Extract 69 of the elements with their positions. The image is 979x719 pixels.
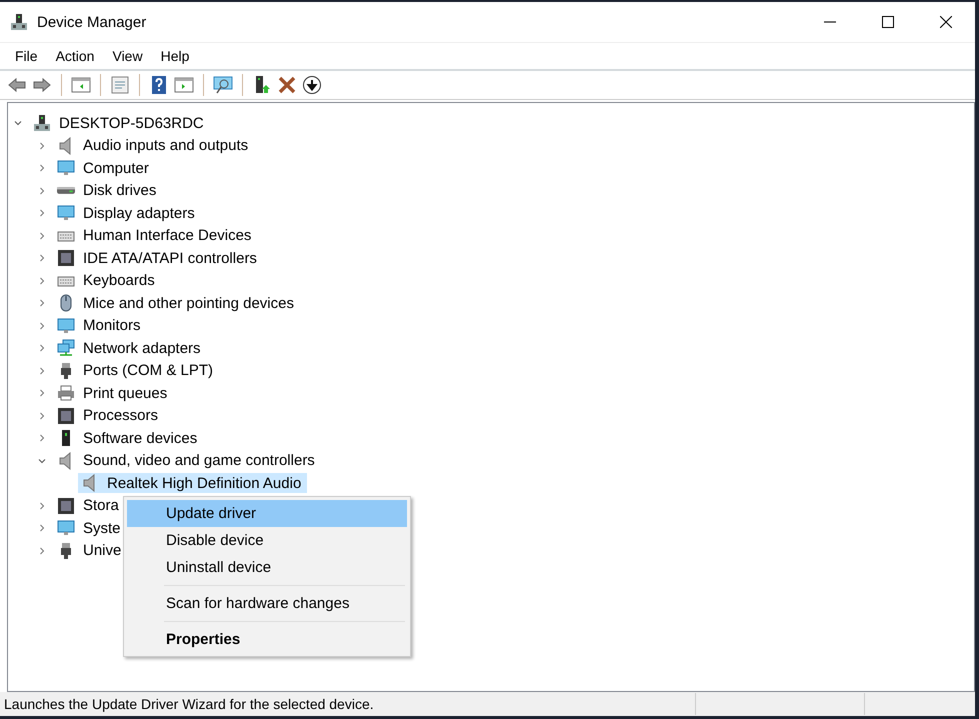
chip-icon — [57, 249, 75, 268]
expand-chevron-icon[interactable] — [37, 410, 47, 421]
monitor-search-icon[interactable] — [213, 75, 233, 95]
tree-item[interactable]: Monitors — [54, 316, 147, 336]
tree-item[interactable]: DESKTOP-5D63RDC — [30, 113, 210, 134]
tree-item[interactable]: Unive — [54, 540, 128, 561]
tree-item[interactable]: Mice and other pointing devices — [54, 293, 300, 314]
tree-item[interactable]: Syste — [54, 518, 127, 538]
menu-item[interactable]: Properties — [127, 626, 407, 653]
tree-item[interactable]: Processors — [54, 406, 164, 426]
panel-icon[interactable] — [174, 75, 194, 95]
tree-item[interactable]: Human Interface Devices — [54, 226, 258, 246]
tree-item[interactable]: Computer — [54, 158, 155, 178]
back-arrow-icon[interactable] — [7, 75, 27, 95]
computer-icon — [33, 114, 51, 132]
network-icon — [57, 339, 75, 358]
expand-chevron-icon[interactable] — [37, 320, 47, 331]
panel-icon[interactable] — [71, 75, 91, 95]
chip-icon — [57, 406, 75, 425]
tree-item[interactable]: Disk drives — [54, 181, 162, 200]
expand-chevron-icon[interactable] — [37, 140, 47, 151]
monitor-icon — [57, 519, 75, 538]
expand-chevron-icon[interactable] — [37, 433, 47, 444]
tree-item[interactable]: Display adapters — [54, 203, 201, 224]
printer-icon — [57, 384, 75, 402]
expand-chevron-icon[interactable] — [37, 163, 47, 174]
tree-item[interactable]: Ports (COM & LPT) — [54, 360, 220, 381]
expand-chevron-icon[interactable] — [37, 208, 47, 218]
expand-chevron-icon[interactable] — [37, 343, 47, 354]
menu-item[interactable]: Scan for hardware changes — [127, 590, 407, 617]
download-icon[interactable] — [302, 75, 322, 95]
expand-chevron-icon[interactable] — [37, 546, 47, 556]
tree-item[interactable]: Realtek High Definition Audio — [78, 473, 308, 494]
expand-chevron-icon[interactable] — [37, 388, 47, 398]
expand-chevron-icon[interactable] — [37, 276, 47, 286]
properties-icon[interactable] — [110, 75, 130, 95]
menu-item[interactable]: View — [103, 48, 152, 64]
delete-icon[interactable] — [277, 75, 297, 95]
expand-chevron-icon[interactable] — [37, 366, 47, 376]
menu-item[interactable]: Action — [46, 48, 104, 64]
window-title: Device Manager — [37, 14, 146, 30]
tree-item[interactable]: Software devices — [54, 428, 204, 448]
tree-item[interactable]: Sound, video and game controllers — [54, 450, 321, 471]
expand-chevron-icon[interactable] — [37, 523, 47, 534]
menu-item[interactable]: Disable device — [127, 527, 407, 554]
expand-chevron-icon[interactable] — [37, 186, 47, 196]
status-text: Launches the Update Driver Wizard for the selected device. — [3, 696, 375, 712]
chip-icon — [57, 496, 75, 515]
tree-item[interactable]: Keyboards — [54, 270, 161, 291]
menu-item[interactable]: Uninstall device — [127, 554, 407, 581]
tree-item[interactable]: Stora — [54, 496, 125, 516]
menu-item[interactable]: Help — [152, 48, 198, 64]
tree-item[interactable]: Audio inputs and outputs — [54, 136, 254, 156]
expand-chevron-icon[interactable] — [37, 298, 47, 308]
tree-item[interactable]: IDE ATA/ATAPI controllers — [54, 248, 263, 268]
menu-item[interactable]: Update driver — [127, 500, 407, 527]
tree-item[interactable]: Network adapters — [54, 338, 207, 358]
computer-icon — [10, 13, 28, 31]
expand-chevron-icon[interactable] — [37, 230, 47, 241]
forward-arrow-icon[interactable] — [32, 75, 52, 95]
tree-item[interactable]: Print queues — [54, 383, 174, 404]
monitor-icon — [57, 159, 75, 178]
expand-chevron-icon[interactable] — [37, 500, 47, 511]
menu-item[interactable]: File — [6, 48, 47, 64]
help-icon[interactable] — [149, 75, 169, 95]
monitor-icon — [57, 204, 75, 222]
monitor-icon — [57, 316, 75, 335]
expand-chevron-icon[interactable] — [37, 253, 47, 264]
drive-icon — [57, 187, 75, 194]
